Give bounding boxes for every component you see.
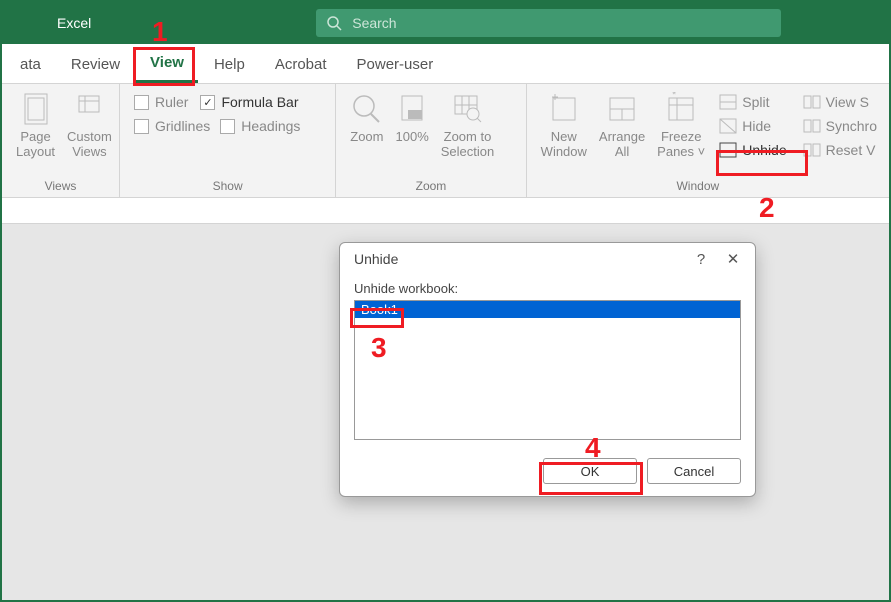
cancel-button[interactable]: Cancel bbox=[647, 458, 741, 484]
new-window-label: New Window bbox=[541, 130, 587, 160]
group-views: Page Layout Custom Views Views bbox=[2, 84, 120, 197]
list-item[interactable]: Book1 bbox=[355, 301, 740, 318]
zoom-100-button[interactable]: 100% bbox=[390, 90, 435, 147]
tab-review[interactable]: Review bbox=[57, 45, 134, 83]
tab-view[interactable]: View bbox=[136, 45, 198, 83]
search-icon bbox=[326, 15, 342, 31]
hide-label: Hide bbox=[742, 118, 771, 134]
formula-bar-label: Formula Bar bbox=[221, 94, 298, 110]
dialog-close-button[interactable]: ✕ bbox=[717, 245, 749, 273]
ribbon-tabs: ata Review View Help Acrobat Power-user bbox=[2, 44, 889, 84]
unhide-label: Unhide bbox=[742, 142, 786, 158]
zoom-label: Zoom bbox=[350, 130, 383, 145]
group-window: New Window Arrange All * Freeze Panes ˅ … bbox=[527, 84, 889, 197]
titlebar: Excel Search bbox=[2, 2, 889, 44]
view-side-button[interactable]: View S bbox=[799, 92, 881, 112]
synchro-label: Synchro bbox=[826, 118, 877, 134]
split-label: Split bbox=[742, 94, 769, 110]
synchro-icon bbox=[803, 118, 821, 134]
zoom-100-label: 100% bbox=[396, 130, 429, 145]
gridlines-checkbox[interactable]: Gridlines bbox=[134, 118, 210, 134]
page-layout-button[interactable]: Page Layout bbox=[10, 90, 61, 162]
new-window-button[interactable]: New Window bbox=[535, 90, 593, 162]
ruler-label: Ruler bbox=[155, 94, 188, 110]
freeze-panes-button[interactable]: * Freeze Panes ˅ bbox=[651, 90, 711, 162]
unhide-workbook-label: Unhide workbook: bbox=[354, 281, 741, 296]
reset-icon bbox=[803, 142, 821, 158]
zoom-icon bbox=[351, 92, 383, 126]
headings-label: Headings bbox=[241, 118, 300, 134]
unhide-button[interactable]: Unhide bbox=[715, 140, 790, 160]
checkbox-icon bbox=[134, 119, 149, 134]
gridlines-label: Gridlines bbox=[155, 118, 210, 134]
freeze-panes-icon: * bbox=[666, 92, 696, 126]
split-icon bbox=[719, 94, 737, 110]
reset-button[interactable]: Reset V bbox=[799, 140, 881, 160]
zoom-button[interactable]: Zoom bbox=[344, 90, 389, 147]
custom-views-label: Custom Views bbox=[67, 130, 112, 160]
search-box[interactable]: Search bbox=[316, 9, 781, 37]
group-show: Ruler Formula Bar Gridlines Headings Sho… bbox=[120, 84, 336, 197]
tab-acrobat[interactable]: Acrobat bbox=[261, 45, 341, 83]
unhide-listbox[interactable]: Book1 bbox=[354, 300, 741, 440]
zoom-100-icon bbox=[396, 92, 428, 126]
dialog-help-button[interactable]: ? bbox=[685, 245, 717, 273]
ruler-checkbox[interactable]: Ruler bbox=[134, 94, 188, 110]
synchro-button[interactable]: Synchro bbox=[799, 116, 881, 136]
svg-text:*: * bbox=[672, 92, 677, 101]
freeze-panes-label: Freeze Panes ˅ bbox=[657, 130, 705, 160]
hide-button[interactable]: Hide bbox=[715, 116, 790, 136]
arrange-all-button[interactable]: Arrange All bbox=[593, 90, 651, 162]
custom-views-icon bbox=[75, 92, 103, 126]
checkbox-icon bbox=[200, 95, 215, 110]
reset-label: Reset V bbox=[826, 142, 876, 158]
zoom-group-label: Zoom bbox=[344, 179, 517, 195]
zoom-selection-label: Zoom to Selection bbox=[441, 130, 494, 160]
view-side-icon bbox=[803, 94, 821, 110]
show-group-label: Show bbox=[128, 179, 327, 195]
zoom-selection-icon bbox=[451, 92, 483, 126]
arrange-all-label: Arrange All bbox=[599, 130, 645, 160]
tab-help[interactable]: Help bbox=[200, 45, 259, 83]
headings-checkbox[interactable]: Headings bbox=[220, 118, 300, 134]
window-group-label: Window bbox=[535, 179, 881, 195]
dialog-title: Unhide bbox=[354, 251, 398, 267]
views-group-label: Views bbox=[10, 179, 111, 195]
group-zoom: Zoom 100% Zoom to Selection Zoom bbox=[336, 84, 526, 197]
ok-button[interactable]: OK bbox=[543, 458, 637, 484]
arrange-all-icon bbox=[607, 92, 637, 126]
checkbox-icon bbox=[134, 95, 149, 110]
dialog-titlebar: Unhide ? ✕ bbox=[340, 243, 755, 275]
unhide-dialog: Unhide ? ✕ Unhide workbook: Book1 OK Can… bbox=[339, 242, 756, 497]
tab-data[interactable]: ata bbox=[2, 45, 55, 83]
app-name: Excel bbox=[12, 15, 91, 31]
formula-bar-checkbox[interactable]: Formula Bar bbox=[200, 94, 298, 110]
checkbox-icon bbox=[220, 119, 235, 134]
custom-views-button[interactable]: Custom Views bbox=[61, 90, 118, 162]
view-side-label: View S bbox=[826, 94, 869, 110]
document-tab-strip bbox=[2, 198, 889, 224]
split-button[interactable]: Split bbox=[715, 92, 790, 112]
zoom-selection-button[interactable]: Zoom to Selection bbox=[435, 90, 500, 162]
page-layout-label: Page Layout bbox=[16, 130, 55, 160]
new-window-icon bbox=[549, 92, 579, 126]
tab-poweruser[interactable]: Power-user bbox=[343, 45, 448, 83]
unhide-icon bbox=[719, 142, 737, 158]
page-layout-icon bbox=[22, 92, 50, 126]
search-placeholder: Search bbox=[352, 15, 396, 31]
ribbon: Page Layout Custom Views Views Ruler For… bbox=[2, 84, 889, 198]
hide-icon bbox=[719, 118, 737, 134]
